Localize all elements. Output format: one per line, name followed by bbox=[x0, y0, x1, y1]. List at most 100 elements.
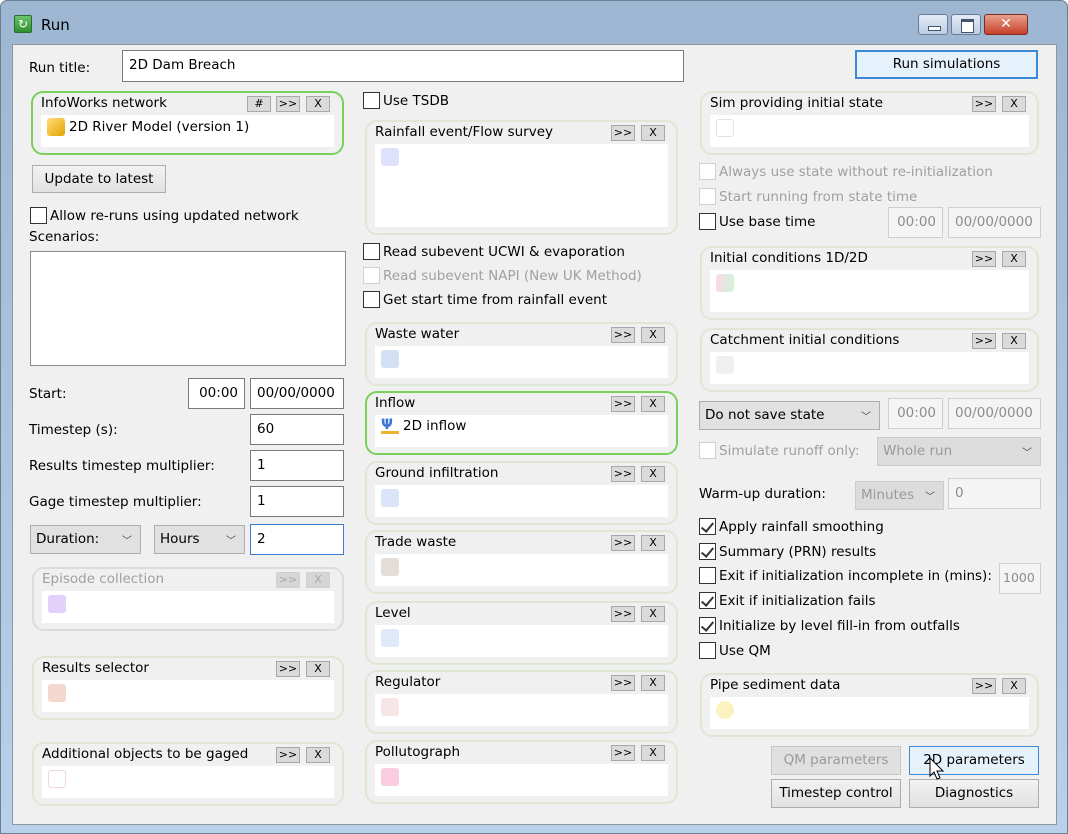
waste-water-dropzone[interactable]: Waste water >> X bbox=[365, 322, 678, 386]
minimize-button[interactable] bbox=[918, 14, 948, 35]
network-browse-button[interactable]: >> bbox=[276, 96, 300, 112]
rainfall-clear-button[interactable]: X bbox=[641, 125, 665, 141]
run-title-input[interactable]: 2D Dam Breach bbox=[122, 50, 684, 82]
network-hash-button[interactable]: # bbox=[247, 96, 271, 112]
duration-mode-select[interactable]: Duration: ﹀ bbox=[30, 525, 141, 554]
start-time-input[interactable]: 00:00 bbox=[188, 378, 245, 409]
read-ucwi-checkbox[interactable]: Read subevent UCWI & evaporation bbox=[363, 243, 625, 260]
use-base-time-box[interactable] bbox=[699, 213, 716, 230]
trade-waste-browse-button[interactable]: >> bbox=[611, 535, 635, 551]
maximize-button[interactable] bbox=[951, 14, 981, 35]
always-use-state-checkbox: Always use state without re-initializati… bbox=[699, 163, 993, 180]
timestep-input[interactable]: 60 bbox=[250, 414, 344, 445]
trade-waste-dropzone[interactable]: Trade waste >> X bbox=[365, 530, 678, 594]
catchment-ic-clear-button[interactable]: X bbox=[1002, 333, 1026, 349]
ground-infiltration-dropzone[interactable]: Ground infiltration >> X bbox=[365, 461, 678, 525]
initial-conditions-browse-button[interactable]: >> bbox=[972, 251, 996, 267]
trade-waste-clear-button[interactable]: X bbox=[641, 535, 665, 551]
apply-smoothing-checkbox[interactable]: Apply rainfall smoothing bbox=[699, 518, 884, 535]
gaged-browse-button[interactable]: >> bbox=[276, 747, 300, 763]
level-clear-button[interactable]: X bbox=[641, 606, 665, 622]
results-multiplier-input[interactable]: 1 bbox=[250, 450, 344, 481]
exit-fails-checkbox[interactable]: Exit if initialization fails bbox=[699, 592, 876, 609]
update-to-latest-button[interactable]: Update to latest bbox=[32, 165, 166, 193]
chevron-down-icon: ﹀ bbox=[861, 412, 871, 423]
level-dropzone[interactable]: Level >> X bbox=[365, 601, 678, 665]
inflow-item[interactable]: Ψ 2D inflow bbox=[381, 418, 466, 434]
pollutograph-clear-button[interactable]: X bbox=[641, 745, 665, 761]
summary-prn-box[interactable] bbox=[699, 543, 716, 560]
network-item[interactable]: 2D River Model (version 1) bbox=[47, 118, 249, 136]
scenarios-list[interactable] bbox=[30, 251, 346, 366]
infoworks-network-dropzone[interactable]: InfoWorks network # >> X 2D River Model … bbox=[31, 91, 344, 155]
network-clear-button[interactable]: X bbox=[306, 96, 330, 112]
close-button[interactable]: ✕ bbox=[984, 14, 1028, 35]
rainfall-browse-button[interactable]: >> bbox=[611, 125, 635, 141]
init-level-fill-checkbox[interactable]: Initialize by level fill-in from outfall… bbox=[699, 617, 960, 634]
gage-multiplier-input[interactable]: 1 bbox=[250, 486, 344, 517]
timestep-control-button[interactable]: Timestep control bbox=[771, 779, 901, 808]
pollutograph-browse-button[interactable]: >> bbox=[611, 745, 635, 761]
sim-initial-state-dropzone[interactable]: Sim providing initial state >> X bbox=[700, 91, 1039, 155]
rainfall-event-dropzone[interactable]: Rainfall event/Flow surveу >> X bbox=[365, 120, 678, 235]
results-selector-browse-button[interactable]: >> bbox=[276, 661, 300, 677]
inflow-dropzone[interactable]: Inflow >> X Ψ 2D inflow bbox=[365, 391, 678, 455]
ground-infiltration-browse-button[interactable]: >> bbox=[611, 466, 635, 482]
window-title: Run bbox=[41, 16, 70, 34]
start-date-input[interactable]: 00/00/0000 bbox=[250, 378, 344, 409]
pollutograph-dropzone[interactable]: Pollutograph >> X bbox=[365, 740, 678, 804]
inflow-2d-icon: Ψ bbox=[381, 418, 399, 434]
episode-collection-icon bbox=[48, 595, 66, 613]
regulator-dropzone[interactable]: Regulator >> X bbox=[365, 670, 678, 734]
get-start-time-box[interactable] bbox=[363, 291, 380, 308]
use-qm-checkbox[interactable]: Use QM bbox=[699, 642, 771, 659]
gage-multiplier-label: Gage timestep multiplier: bbox=[29, 494, 202, 510]
sim-state-clear-button[interactable]: X bbox=[1002, 96, 1026, 112]
sim-initial-state-title: Sim providing initial state bbox=[710, 95, 883, 111]
sim-state-icon bbox=[716, 119, 734, 137]
catchment-ic-browse-button[interactable]: >> bbox=[972, 333, 996, 349]
chevron-down-icon: ﹀ bbox=[1022, 448, 1032, 459]
inflow-browse-button[interactable]: >> bbox=[611, 396, 635, 412]
allow-reruns-checkbox[interactable]: Allow re-runs using updated network bbox=[30, 207, 299, 224]
ground-infiltration-icon bbox=[381, 489, 399, 507]
inflow-clear-button[interactable]: X bbox=[641, 396, 665, 412]
allow-reruns-box[interactable] bbox=[30, 207, 47, 224]
read-ucwi-label: Read subevent UCWI & evaporation bbox=[383, 243, 625, 260]
exit-incomplete-box[interactable] bbox=[699, 567, 716, 584]
use-tsdb-checkbox[interactable]: Use TSDB bbox=[363, 92, 449, 109]
run-simulations-button[interactable]: Run simulations bbox=[855, 50, 1038, 79]
regulator-browse-button[interactable]: >> bbox=[611, 675, 635, 691]
waste-water-clear-button[interactable]: X bbox=[641, 327, 665, 343]
gaged-objects-dropzone[interactable]: Additional objects to be gaged >> X bbox=[32, 742, 344, 806]
initial-conditions-dropzone[interactable]: Initial conditions 1D/2D >> X bbox=[700, 246, 1039, 320]
level-browse-button[interactable]: >> bbox=[611, 606, 635, 622]
regulator-clear-button[interactable]: X bbox=[641, 675, 665, 691]
get-start-time-checkbox[interactable]: Get start time from rainfall event bbox=[363, 291, 607, 308]
diagnostics-button[interactable]: Diagnostics bbox=[909, 779, 1039, 808]
exit-fails-box[interactable] bbox=[699, 592, 716, 609]
catchment-ic-dropzone[interactable]: Catchment initial conditions >> X bbox=[700, 328, 1039, 392]
pipe-sediment-browse-button[interactable]: >> bbox=[972, 678, 996, 694]
read-ucwi-box[interactable] bbox=[363, 243, 380, 260]
use-base-time-checkbox[interactable]: Use base time bbox=[699, 213, 815, 230]
exit-incomplete-checkbox[interactable]: Exit if initialization incomplete in (mi… bbox=[699, 567, 992, 584]
use-qm-box[interactable] bbox=[699, 642, 716, 659]
sim-state-browse-button[interactable]: >> bbox=[972, 96, 996, 112]
save-state-select[interactable]: Do not save state ﹀ bbox=[699, 401, 880, 430]
duration-value-input[interactable]: 2 bbox=[250, 524, 344, 555]
apply-smoothing-box[interactable] bbox=[699, 518, 716, 535]
results-selector-dropzone[interactable]: Results selector >> X bbox=[32, 656, 344, 720]
rainfall-event-title: Rainfall event/Flow surveу bbox=[375, 124, 554, 140]
gaged-clear-button[interactable]: X bbox=[306, 747, 330, 763]
waste-water-browse-button[interactable]: >> bbox=[611, 327, 635, 343]
pipe-sediment-clear-button[interactable]: X bbox=[1002, 678, 1026, 694]
summary-prn-checkbox[interactable]: Summary (PRN) results bbox=[699, 543, 876, 560]
init-level-fill-box[interactable] bbox=[699, 617, 716, 634]
initial-conditions-clear-button[interactable]: X bbox=[1002, 251, 1026, 267]
pipe-sediment-dropzone[interactable]: Pipe sediment data >> X bbox=[700, 673, 1039, 737]
use-tsdb-box[interactable] bbox=[363, 92, 380, 109]
ground-infiltration-clear-button[interactable]: X bbox=[641, 466, 665, 482]
duration-unit-select[interactable]: Hours ﹀ bbox=[154, 525, 245, 554]
results-selector-clear-button[interactable]: X bbox=[306, 661, 330, 677]
